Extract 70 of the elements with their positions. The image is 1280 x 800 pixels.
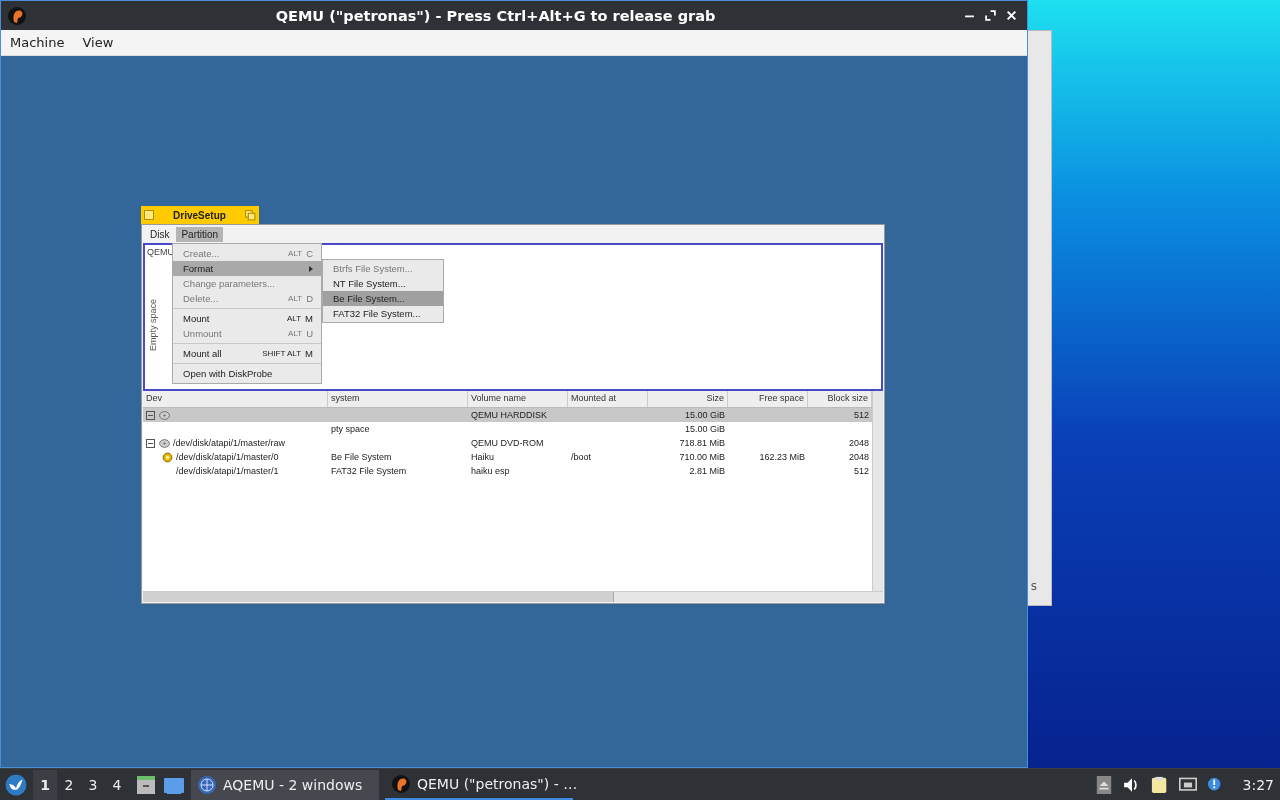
table-cell: /dev/disk/atapi/1/master/1 [176,466,279,476]
maximize-icon[interactable] [985,10,996,21]
table-cell: Haiku [471,452,494,462]
window-title: DriveSetup [172,209,227,221]
table-row[interactable]: /dev/disk/atapi/1/master/raw QEMU DVD-ROM 718.81 MiB 2048 [143,436,872,450]
workspace-button[interactable]: 3 [81,769,105,800]
column-header[interactable]: Free space [728,391,808,407]
menu-item[interactable]: View [73,35,123,50]
menu-item[interactable]: Partition [176,226,224,242]
workspace-button[interactable]: 1 [33,769,57,800]
table-cell: pty space [331,424,370,434]
collapse-icon[interactable] [146,438,155,448]
globe-icon [197,774,217,795]
clock: 3:27 [1242,776,1274,793]
table-cell: 15.00 GiB [684,424,725,434]
workspace-button[interactable]: 2 [57,769,81,800]
table-cell: /dev/disk/atapi/1/master/raw [173,438,286,448]
table-cell: /dev/disk/atapi/1/master/0 [176,452,279,462]
partition-block[interactable]: Empty space [145,261,161,389]
table-cell: 162.23 MiB [759,452,805,462]
table-cell: 15.00 GiB [684,410,725,420]
scrollbar[interactable] [872,391,883,591]
menu-item[interactable]: Mount all SHIFT ALT M [173,346,321,361]
menu-item[interactable]: Machine [1,35,74,50]
disk-icon [159,409,170,421]
column-header[interactable]: system [328,391,468,407]
menu-item[interactable]: FAT32 File System... [323,306,443,321]
column-header[interactable]: Size [648,391,728,407]
window-text: s [1030,579,1037,593]
table-row[interactable]: /dev/disk/atapi/1/master/0 Be File System Haiku /boot 710.00 MiB 162.23 MiB 2048 [143,450,872,464]
close-icon[interactable] [1006,10,1017,21]
table-cell: /boot [571,452,592,462]
table-cell: FAT32 File System [331,466,407,476]
menu-item[interactable]: Format [173,261,321,276]
table-cell: 512 [853,410,869,420]
column-header[interactable]: Volume name [468,391,568,407]
bird-logo-icon[interactable] [5,773,27,796]
disk-icon [159,437,170,449]
qemu-logo-icon [391,773,411,794]
menu-item[interactable]: Mount ALT M [173,311,321,326]
table-cell: Be File System [331,452,392,462]
qemu-logo-icon [7,5,27,26]
file-cabinet-icon[interactable] [135,773,157,796]
window-title: QEMU ("petronas") - Press Ctrl+Alt+G to release grab [274,7,717,24]
partition-label: Empty space [148,299,158,351]
workspace-button[interactable]: 4 [105,769,129,800]
menu-item[interactable]: Open with DiskProbe [173,366,321,381]
table-row[interactable]: /dev/disk/atapi/1/master/1 FAT32 File System haiku esp 2.81 MiB 512 [143,464,872,478]
table-cell: 2048 [848,438,869,448]
clipboard-icon[interactable] [1150,775,1169,794]
table-cell: haiku esp [471,466,510,476]
column-header[interactable]: Mounted at [568,391,648,407]
menu-item[interactable]: Disk [145,226,175,242]
table-cell: 710.00 MiB [679,452,725,462]
eject-icon[interactable] [1094,775,1113,794]
table-cell: 718.81 MiB [679,438,725,448]
table-row[interactable]: QEMU HARDDISK 15.00 GiB 512 [143,408,872,422]
menu-item[interactable]: Be File System... [323,291,443,306]
table-cell: 2.81 MiB [689,466,725,476]
column-header[interactable]: Dev [143,391,328,407]
scrollbar[interactable] [143,591,883,602]
table-cell: 2048 [848,452,869,462]
table-cell: QEMU HARDDISK [471,410,547,420]
table-cell: QEMU DVD-ROM [471,438,544,448]
table-row[interactable]: pty space 15.00 GiB [143,422,872,436]
network-icon[interactable] [1178,775,1197,794]
menu-item[interactable]: NT File System... [323,276,443,291]
collapse-icon[interactable] [146,410,155,420]
taskbar-task[interactable]: AQEMU - 2 windows [191,769,379,800]
table-cell: 512 [853,466,869,476]
